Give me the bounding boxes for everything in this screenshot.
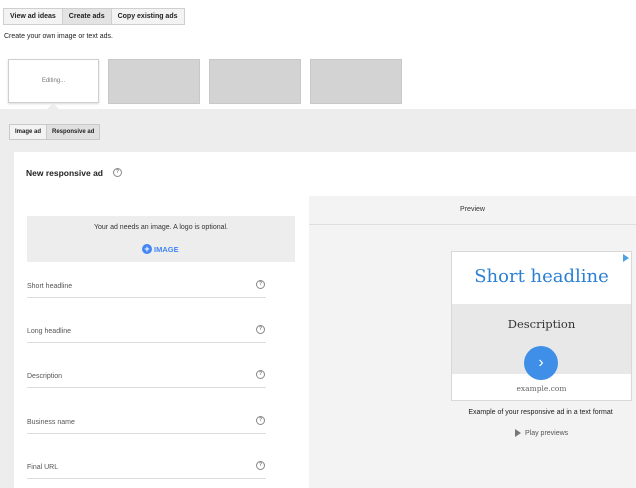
image-requirement-message: Your ad needs an image. A logo is option…	[93, 224, 228, 231]
add-image-button[interactable]: + IMAGE	[142, 244, 179, 254]
play-previews-label: Play previews	[525, 429, 569, 437]
preview-caption: Example of your responsive ad in a text …	[468, 409, 613, 416]
field-label: Short headline	[27, 283, 73, 290]
final-url-field[interactable]: Final URL ?	[27, 461, 266, 479]
ad-preview: Short headline Description › example.com	[451, 251, 632, 401]
adchoices-icon[interactable]	[623, 254, 629, 262]
selected-thumbnail-pointer	[47, 103, 59, 109]
play-icon	[515, 429, 521, 437]
preview-header: Preview	[309, 196, 636, 225]
plus-icon: +	[142, 244, 152, 254]
tab-image-ad[interactable]: Image ad	[9, 124, 48, 140]
help-icon[interactable]: ?	[256, 280, 265, 289]
help-icon[interactable]: ?	[113, 168, 122, 177]
description-field[interactable]: Description ?	[27, 370, 266, 388]
ad-description-band: Description ›	[452, 304, 631, 380]
page-subtitle: Create your own image or text ads.	[4, 33, 113, 40]
field-label: Business name	[27, 419, 75, 426]
image-upload-area: Your ad needs an image. A logo is option…	[27, 216, 295, 262]
help-icon[interactable]: ?	[256, 325, 265, 334]
help-icon[interactable]: ?	[256, 370, 265, 379]
add-image-label: IMAGE	[154, 244, 179, 254]
play-previews-button[interactable]: Play previews	[515, 429, 568, 437]
ad-thumbnail-placeholder[interactable]	[310, 59, 402, 104]
long-headline-field[interactable]: Long headline ?	[27, 325, 266, 343]
tab-create-ads[interactable]: Create ads	[61, 8, 112, 25]
field-label: Long headline	[27, 328, 71, 335]
ad-headline: Short headline	[474, 266, 609, 287]
ad-display-url: example.com	[516, 384, 567, 393]
ad-thumbnail-placeholder[interactable]	[108, 59, 200, 104]
help-icon[interactable]: ?	[256, 461, 265, 470]
card-title: New responsive ad	[26, 168, 104, 178]
editing-label: Editing...	[41, 78, 66, 84]
tab-view-ad-ideas[interactable]: View ad ideas	[3, 8, 63, 25]
ad-description: Description	[507, 317, 576, 331]
short-headline-field[interactable]: Short headline ?	[27, 280, 266, 298]
ad-thumbnail-editing[interactable]: Editing...	[8, 59, 99, 103]
ad-type-tabs: Image ad Responsive ad	[9, 124, 101, 140]
top-tab-bar: View ad ideas Create ads Copy existing a…	[3, 8, 185, 25]
tab-copy-existing-ads[interactable]: Copy existing ads	[110, 8, 185, 25]
ad-thumbnail-placeholder[interactable]	[209, 59, 301, 104]
tab-responsive-ad[interactable]: Responsive ad	[46, 124, 101, 140]
field-label: Description	[27, 373, 63, 380]
help-icon[interactable]: ?	[256, 416, 265, 425]
business-name-field[interactable]: Business name ?	[27, 416, 266, 434]
field-label: Final URL	[27, 464, 59, 471]
chevron-right-icon[interactable]: ›	[524, 346, 558, 380]
preview-title: Preview	[460, 206, 485, 213]
